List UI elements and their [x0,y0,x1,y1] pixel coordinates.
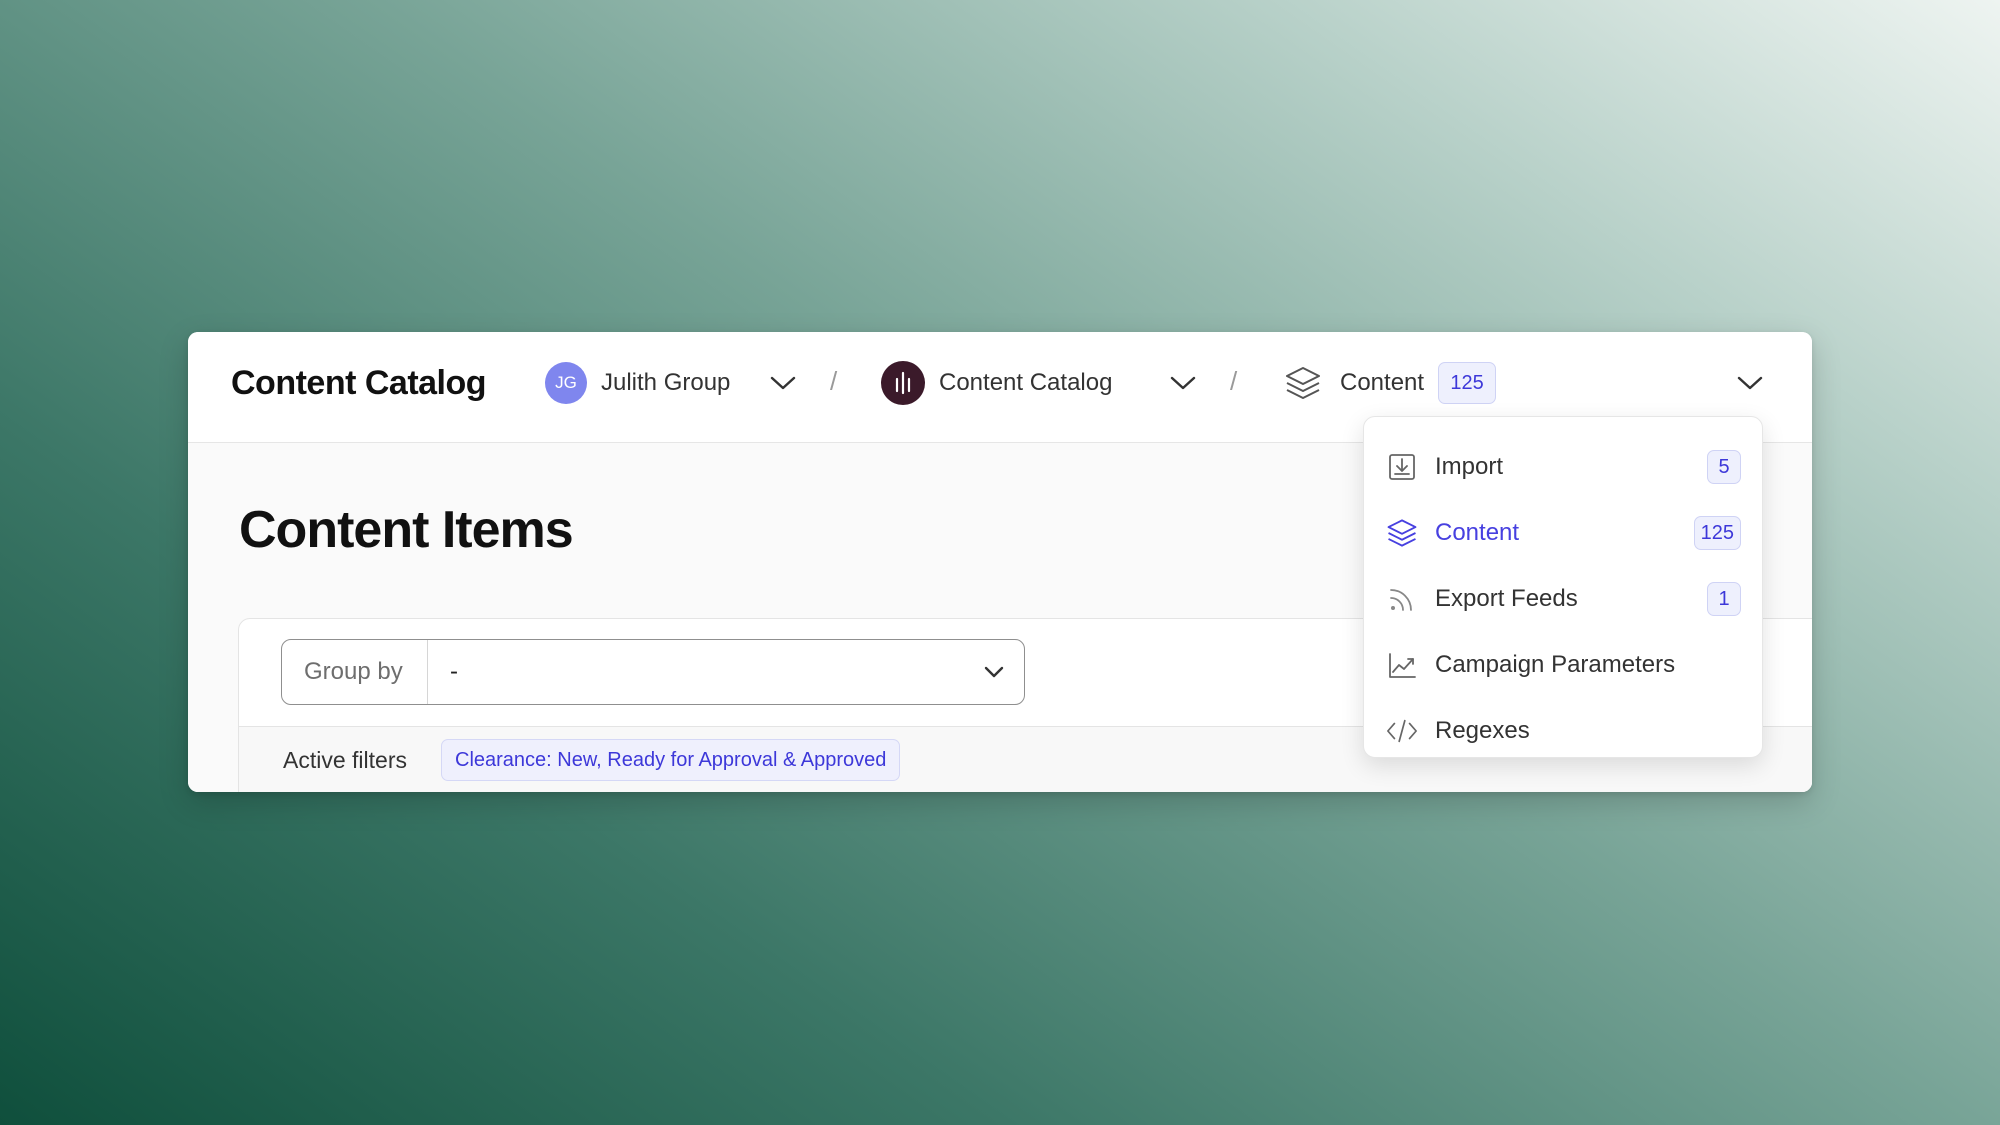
layers-icon [1386,517,1418,549]
menu-item-label: Import [1435,453,1504,480]
menu-item-import[interactable]: Import 5 [1364,437,1762,497]
section-chevron-down-icon[interactable] [1735,368,1765,398]
menu-item-label: Export Feeds [1435,585,1578,612]
content-count-badge: 125 [1438,362,1497,404]
menu-item-campaign-parameters[interactable]: Campaign Parameters [1364,635,1762,695]
menu-item-count-badge: 125 [1693,516,1741,550]
menu-item-label: Campaign Parameters [1435,651,1676,678]
menu-item-label: Content [1435,519,1520,546]
page-title: Content Items [239,501,574,559]
menu-item-count-badge: 1 [1707,582,1741,616]
group-by-select[interactable]: Group by - [281,639,1025,705]
group-by-value: - [450,658,458,685]
active-filters-label: Active filters [283,747,407,773]
breadcrumb-separator: / [830,366,838,396]
filter-chip-clearance[interactable]: Clearance: New, Ready for Approval & App… [441,739,901,781]
rss-feed-icon [1386,583,1418,615]
catalog-chevron-down-icon[interactable] [1168,368,1198,398]
import-icon [1386,451,1418,483]
breadcrumb-separator: / [1230,366,1238,396]
layers-icon [1284,364,1322,402]
breadcrumb-group[interactable]: JG Julith Group [545,360,730,406]
chevron-down-icon [964,666,1024,678]
breadcrumb-section-label: Content [1340,369,1425,396]
catalog-avatar-icon [881,361,925,405]
menu-item-count-badge: 5 [1707,450,1741,484]
group-avatar: JG [545,362,587,404]
menu-item-export-feeds[interactable]: Export Feeds 1 [1364,569,1762,629]
code-icon [1386,715,1418,747]
chart-line-icon [1386,649,1418,681]
menu-item-regexes[interactable]: Regexes [1364,701,1762,761]
group-by-label: Group by [282,640,428,704]
app-title: Content Catalog [231,364,487,402]
group-chevron-down-icon[interactable] [768,368,798,398]
breadcrumb-section[interactable]: Content 125 [1284,360,1497,406]
breadcrumb-catalog-label: Content Catalog [939,369,1113,396]
menu-item-content[interactable]: Content 125 [1364,503,1762,563]
menu-item-label: Regexes [1435,717,1530,744]
breadcrumb-group-label: Julith Group [601,369,731,396]
breadcrumb-catalog[interactable]: Content Catalog [881,360,1112,406]
section-dropdown-menu: Import 5 Content 125 Export Feeds 1 Camp… [1363,416,1763,758]
